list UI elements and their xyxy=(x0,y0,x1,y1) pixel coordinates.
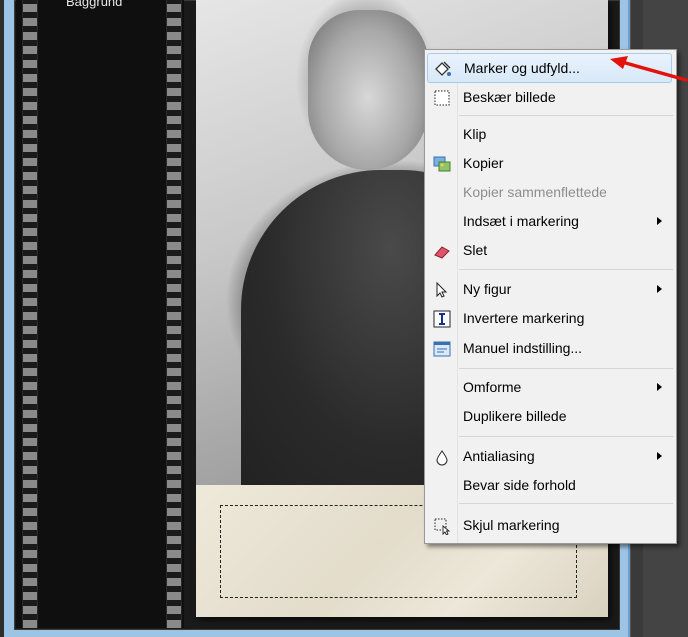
menu-item-label: Beskær billede xyxy=(463,89,556,105)
menu-item-antialiasing[interactable]: Antialiasing xyxy=(427,442,672,470)
menu-item-label: Antialiasing xyxy=(463,448,535,464)
menu-item-klip[interactable]: Klip xyxy=(427,120,672,148)
menu-separator xyxy=(459,368,673,369)
filmstrip-label: Baggrund xyxy=(66,0,123,9)
menu-item-slet[interactable]: Slet xyxy=(427,236,672,264)
menu-item-label: Omforme xyxy=(463,379,522,395)
menu-item-invertere-markering[interactable]: Invertere markering xyxy=(427,304,672,332)
invert-selection-icon xyxy=(433,309,451,328)
menu-separator xyxy=(459,436,673,437)
filmstrip-panel[interactable]: Baggrund xyxy=(16,0,184,628)
droplet-icon xyxy=(433,447,451,466)
menu-separator xyxy=(459,269,673,270)
menu-separator xyxy=(459,115,673,116)
menu-item-label: Skjul markering xyxy=(463,517,560,533)
menu-item-label: Slet xyxy=(463,242,488,258)
menu-item-indsaet-i-markering[interactable]: Indsæt i markering xyxy=(427,207,672,235)
submenu-arrow-icon xyxy=(657,452,662,460)
crop-icon xyxy=(433,88,451,106)
film-perforations-left xyxy=(22,0,38,628)
submenu-arrow-icon xyxy=(657,285,662,293)
menu-item-kopier-sammenflettede[interactable]: Kopier sammenflettede xyxy=(427,178,672,206)
fill-select-icon xyxy=(434,59,452,77)
menu-item-label: Ny figur xyxy=(463,281,512,297)
context-menu[interactable]: Marker og udfyld... Beskær billede Klip … xyxy=(424,49,677,544)
submenu-arrow-icon xyxy=(657,383,662,391)
manual-settings-icon xyxy=(433,339,451,357)
menu-item-label: Duplikere billede xyxy=(463,408,567,424)
portrait-face xyxy=(308,10,428,170)
hide-selection-icon xyxy=(433,516,451,536)
cursor-icon xyxy=(433,280,451,298)
copy-image-icon xyxy=(433,154,451,172)
menu-item-manuel-indstilling[interactable]: Manuel indstilling... xyxy=(427,334,672,362)
menu-item-ny-figur[interactable]: Ny figur xyxy=(427,275,672,303)
menu-item-label: Invertere markering xyxy=(463,310,585,326)
menu-item-label: Manuel indstilling... xyxy=(463,340,583,356)
menu-item-kopier[interactable]: Kopier xyxy=(427,149,672,177)
menu-item-label: Kopier xyxy=(463,155,504,171)
menu-item-label: Klip xyxy=(463,126,487,142)
menu-item-omforme[interactable]: Omforme xyxy=(427,373,672,401)
menu-item-label: Indsæt i markering xyxy=(463,213,579,229)
menu-item-skjul-markering[interactable]: Skjul markering xyxy=(427,511,672,539)
menu-item-duplikere-billede[interactable]: Duplikere billede xyxy=(427,402,672,430)
menu-item-label: Bevar side forhold xyxy=(463,477,576,493)
menu-item-label: Marker og udfyld... xyxy=(464,60,580,76)
eraser-icon xyxy=(433,241,451,259)
submenu-arrow-icon xyxy=(657,217,662,225)
red-pointer-arrow-icon xyxy=(610,56,688,82)
menu-separator xyxy=(459,503,673,504)
menu-item-label: Kopier sammenflettede xyxy=(463,184,607,200)
film-perforations-right xyxy=(166,0,182,628)
menu-item-bevar-side-forhold[interactable]: Bevar side forhold xyxy=(427,471,672,499)
menu-item-beskaer-billede[interactable]: Beskær billede xyxy=(427,83,672,111)
